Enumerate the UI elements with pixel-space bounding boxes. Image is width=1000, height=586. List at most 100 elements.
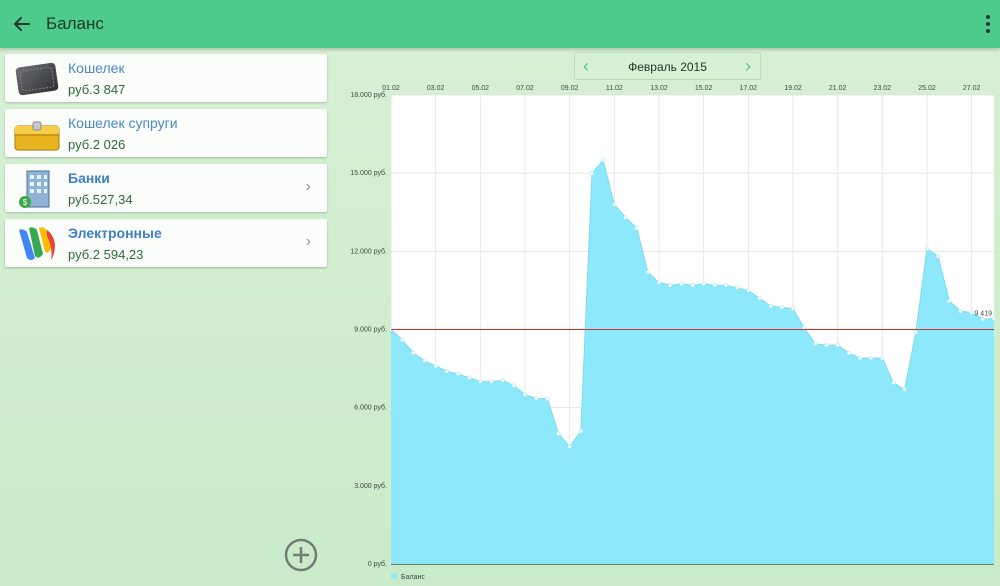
y-tick-label: 3.000 руб. — [354, 482, 387, 490]
data-point — [601, 157, 606, 163]
data-point — [869, 356, 874, 361]
data-point — [880, 356, 885, 361]
y-tick-label: 6.000 руб. — [354, 404, 387, 412]
data-point — [545, 396, 550, 401]
x-tick-label: 01.02 — [382, 85, 400, 92]
y-tick-label: 9.000 руб. — [354, 326, 387, 334]
data-point — [467, 375, 472, 380]
x-tick-label: 13.02 — [650, 85, 668, 92]
data-point — [623, 215, 628, 220]
y-tick-label: 15.000 руб. — [350, 169, 387, 177]
data-point — [411, 350, 416, 356]
account-card-spouse-wallet[interactable]: Кошелек супруги руб.2 026 — [5, 109, 327, 157]
data-point — [690, 283, 695, 288]
legend-swatch — [391, 573, 397, 579]
data-point — [656, 280, 662, 285]
chevron-right-icon: › — [305, 233, 311, 250]
data-point — [712, 283, 717, 288]
account-name: Электронные — [68, 225, 162, 241]
x-tick-label: 21.02 — [829, 85, 847, 92]
data-point — [422, 358, 427, 363]
data-point — [433, 363, 438, 369]
data-point — [735, 285, 740, 290]
last-value-label: 9 419 — [974, 311, 992, 318]
data-point — [746, 288, 751, 293]
data-point — [478, 379, 483, 384]
x-tick-label: 17.02 — [740, 85, 758, 92]
data-point — [455, 371, 461, 376]
data-point — [846, 350, 851, 356]
account-balance: руб.2 594,23 — [68, 247, 144, 262]
y-tick-label: 12.000 руб. — [350, 247, 387, 255]
x-tick-label: 19.02 — [784, 85, 802, 92]
overflow-menu-button[interactable] — [982, 12, 994, 36]
account-card-banks[interactable]: $ Банки руб.527,34 › — [5, 164, 327, 212]
next-month-button[interactable]: › — [745, 56, 751, 77]
data-point — [612, 202, 617, 207]
back-button[interactable] — [8, 10, 36, 38]
data-point — [924, 246, 930, 251]
data-point — [969, 310, 974, 315]
arrow-back-icon — [14, 17, 30, 31]
data-point — [947, 298, 952, 303]
data-point — [522, 392, 528, 397]
data-point — [913, 329, 918, 335]
data-point — [668, 283, 673, 288]
data-point — [634, 225, 639, 231]
data-point — [511, 383, 516, 388]
data-point — [857, 356, 863, 361]
data-point — [891, 380, 896, 386]
account-card-electronic[interactable]: Электронные руб.2 594,23 › — [5, 219, 327, 267]
y-tick-label: 18.000 руб. — [350, 91, 387, 99]
chevron-right-icon: › — [305, 178, 311, 195]
add-account-button[interactable] — [283, 537, 319, 573]
account-name: Банки — [68, 170, 110, 186]
x-tick-label: 27.02 — [963, 85, 981, 92]
data-point — [768, 303, 773, 309]
data-point — [779, 305, 784, 310]
month-label: Февраль 2015 — [628, 60, 707, 74]
add-circle-icon — [284, 538, 318, 572]
data-point — [489, 379, 494, 384]
account-balance: руб.527,34 — [68, 192, 133, 207]
data-point — [991, 316, 997, 321]
data-point — [701, 281, 706, 287]
account-name: Кошелек — [68, 60, 125, 76]
x-tick-label: 15.02 — [695, 85, 713, 92]
x-tick-label: 07.02 — [516, 85, 534, 92]
data-point — [824, 342, 829, 348]
wallet-icon — [15, 62, 59, 96]
svg-text:$: $ — [23, 198, 28, 207]
account-balance: руб.2 026 — [68, 137, 126, 152]
x-tick-label: 03.02 — [427, 85, 445, 92]
data-point — [813, 341, 818, 346]
data-point — [980, 316, 985, 322]
app-bar: Баланс — [0, 0, 1000, 48]
data-point — [835, 342, 840, 348]
x-tick-label: 25.02 — [918, 85, 936, 92]
data-point — [902, 387, 907, 392]
x-tick-label: 05.02 — [472, 85, 490, 92]
account-balance: руб.3 847 — [68, 82, 126, 97]
account-card-wallet[interactable]: Кошелек руб.3 847 — [5, 54, 327, 102]
data-point — [500, 378, 505, 383]
account-name: Кошелек супруги — [68, 115, 178, 131]
x-tick-label: 23.02 — [874, 85, 892, 92]
month-navigator: ‹ Февраль 2015 › — [574, 52, 761, 80]
google-wallet-icon — [19, 227, 55, 260]
more-vert-icon — [986, 15, 990, 19]
data-point — [790, 306, 796, 311]
x-tick-label: 09.02 — [561, 85, 579, 92]
data-point — [578, 428, 583, 434]
data-point — [444, 369, 449, 374]
data-point — [589, 171, 595, 176]
data-point — [556, 431, 561, 436]
data-point — [936, 254, 941, 259]
page-title: Баланс — [46, 14, 104, 33]
y-tick-label: 0 руб. — [368, 560, 387, 568]
data-point — [723, 283, 729, 288]
data-point — [958, 309, 963, 314]
bank-building-icon: $ — [19, 170, 50, 208]
data-point — [534, 396, 539, 401]
data-point — [567, 444, 572, 449]
